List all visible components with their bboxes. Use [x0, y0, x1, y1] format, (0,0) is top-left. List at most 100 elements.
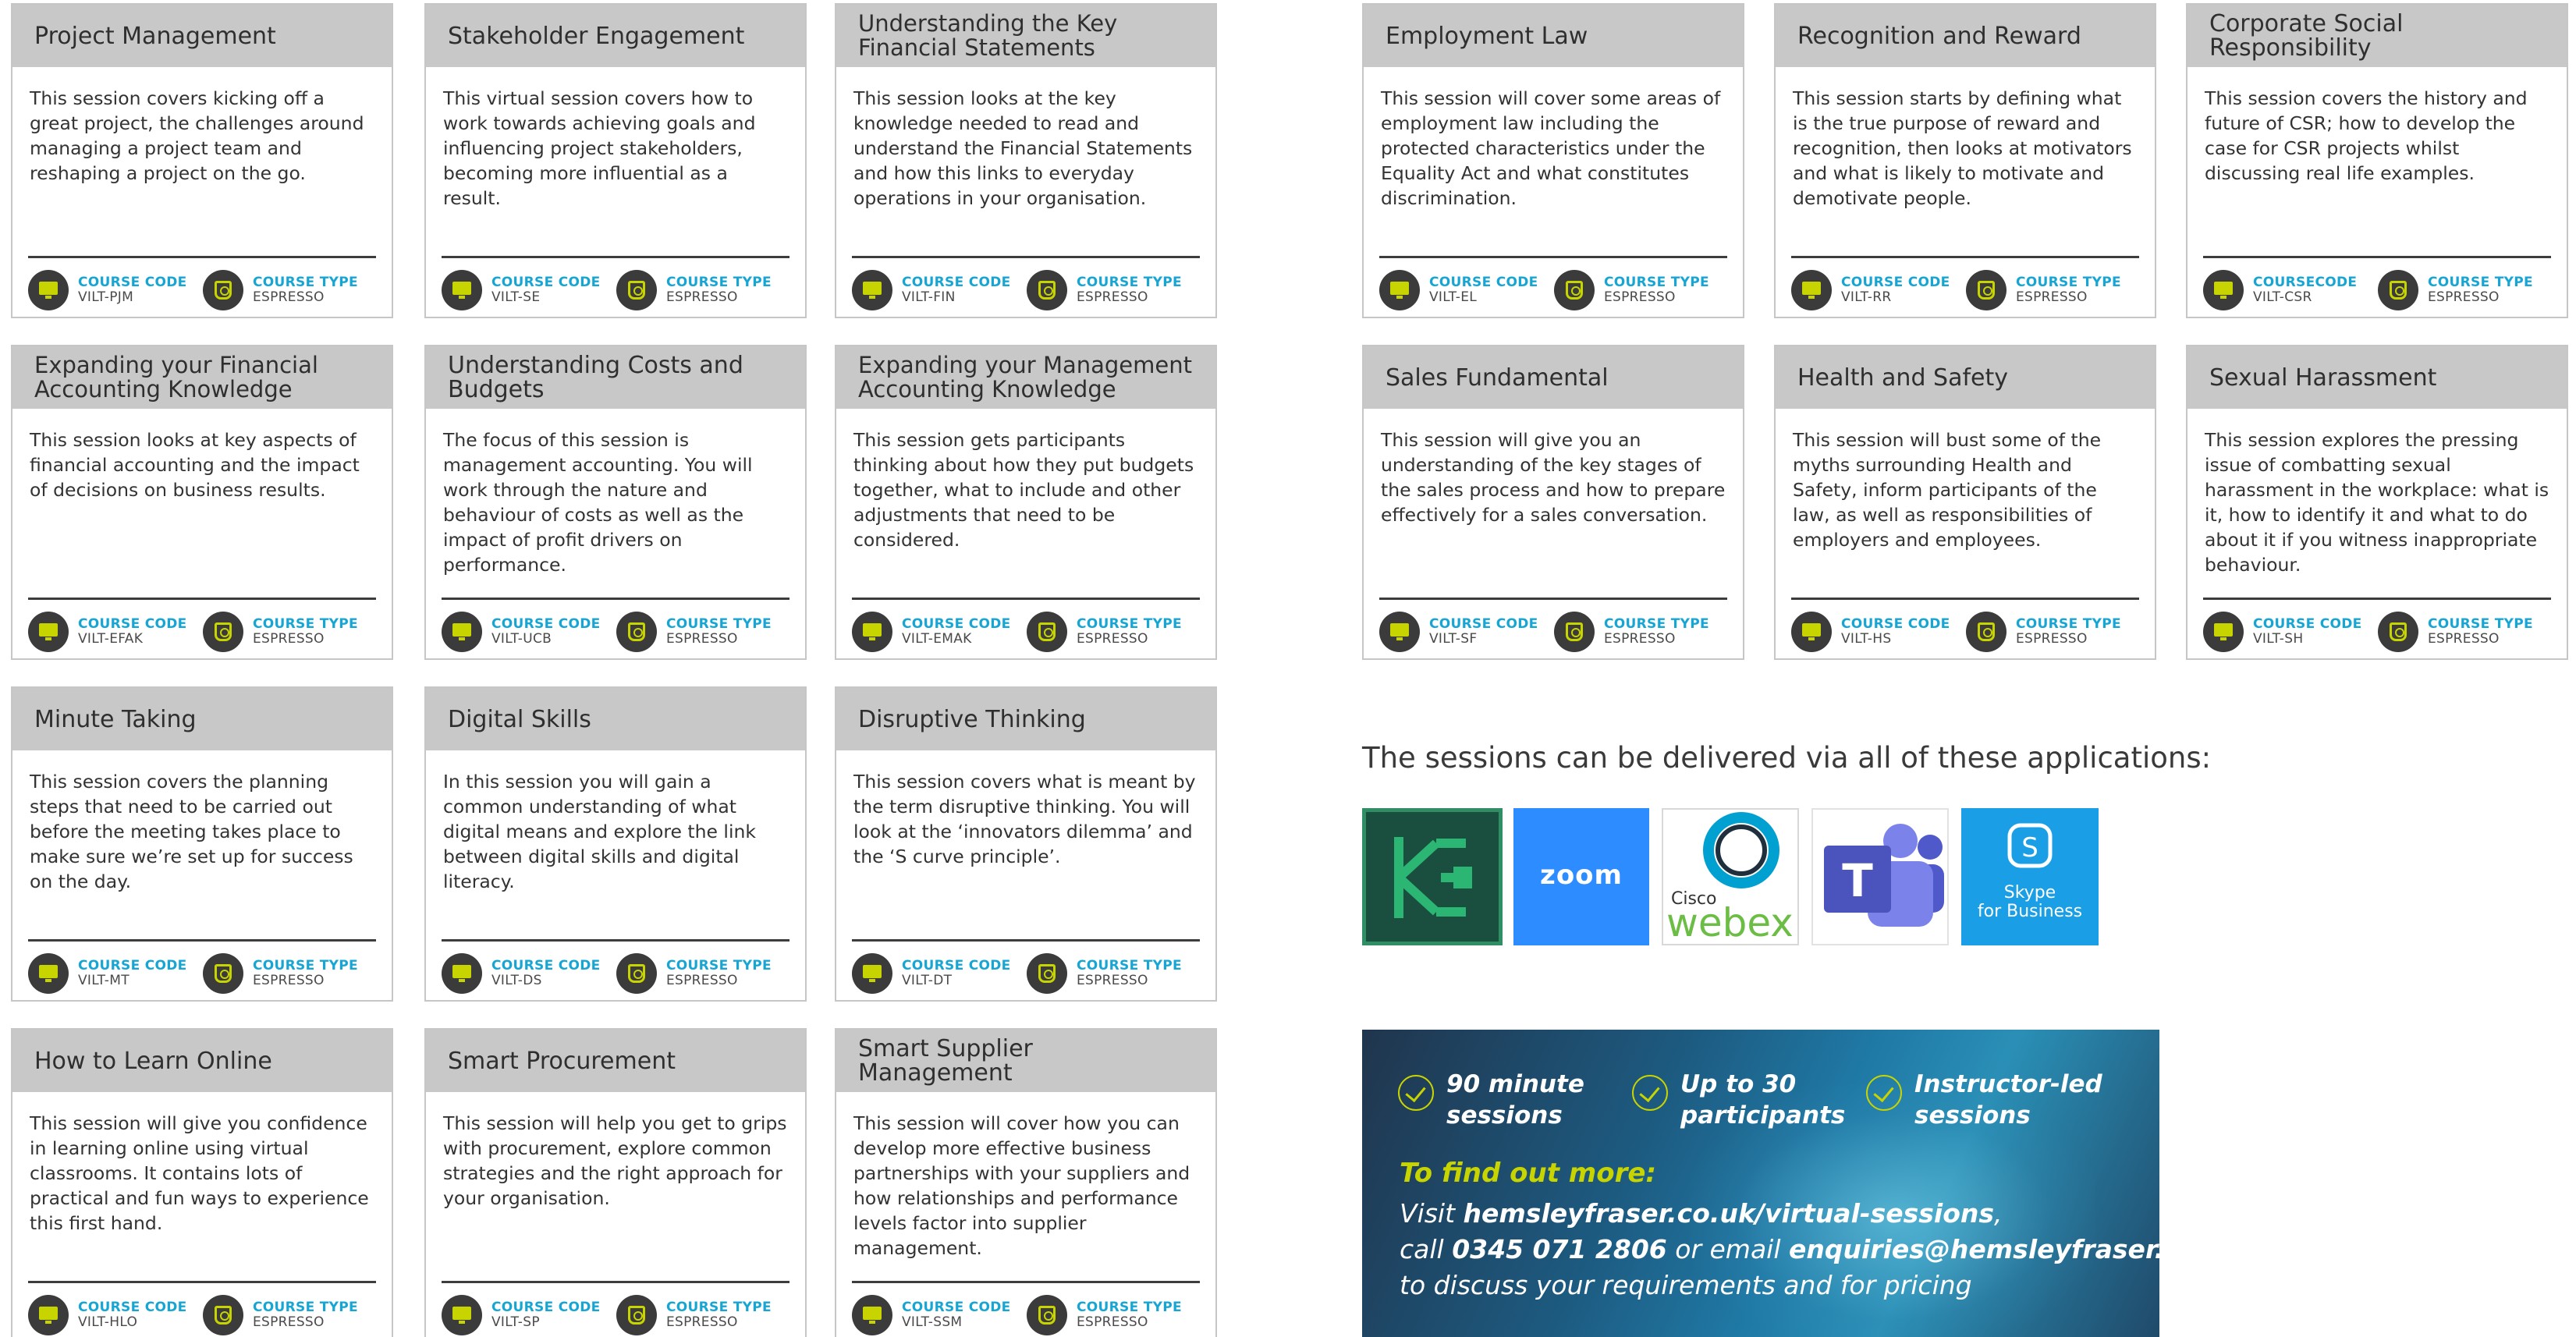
coffee-cup-icon [1027, 1295, 1067, 1335]
course-description: This session gets participants thinking … [853, 429, 1194, 551]
email-link[interactable]: enquiries@hemsleyfraser.co.uk [1789, 1234, 2159, 1264]
course-type-label: COURSE TYPE [666, 275, 772, 290]
course-description: The focus of this session is management … [443, 429, 753, 576]
course-type-label: COURSE TYPE [1604, 616, 1709, 632]
course-type-label: COURSE TYPE [253, 275, 358, 290]
course-card: Project Management This session covers ki… [11, 3, 393, 318]
course-code: COURSE CODE VILT-SE [442, 270, 601, 310]
divider [2203, 598, 2551, 600]
course-type: COURSE TYPE ESPRESSO [1027, 1295, 1182, 1335]
divider [1791, 598, 2139, 600]
course-code: COURSE CODE VILT-DS [442, 953, 601, 994]
connect-logo-icon [1394, 837, 1472, 918]
skype-letter: S [2021, 832, 2038, 864]
course-code-label: COURSE CODE [1429, 275, 1538, 290]
course-type-label: COURSE TYPE [2428, 616, 2533, 632]
course-code: COURSE CODE VILT-UCB [442, 612, 601, 652]
check-circle-icon [1398, 1075, 1434, 1111]
divider [28, 1281, 376, 1283]
course-type-label: COURSE TYPE [253, 958, 358, 973]
website-link[interactable]: hemsleyfraser.co.uk/virtual-sessions [1464, 1198, 1994, 1229]
coffee-cup-icon [1554, 270, 1595, 310]
coffee-cup-icon [203, 953, 243, 994]
course-description: This session will cover how you can deve… [853, 1112, 1190, 1259]
course-type: COURSE TYPE ESPRESSO [616, 1295, 772, 1335]
feature-line: participants [1680, 1101, 1846, 1130]
course-type-value: ESPRESSO [666, 973, 738, 988]
course-code-label: COURSE CODE [902, 958, 1011, 973]
monitor-icon [2203, 270, 2244, 310]
course-type-value: ESPRESSO [2016, 289, 2088, 305]
course-code-label: COURSE CODE [491, 275, 601, 290]
course-code: COURSE CODE VILT-SP [442, 1295, 601, 1335]
zoom-logo: zoom [1513, 808, 1649, 945]
course-code-value: VILT-DS [491, 973, 542, 988]
course-code: COURSE CODE VILT-FIN [852, 270, 1011, 310]
course-code: COURSE CODE VILT-SSM [852, 1295, 1011, 1335]
course-code: COURSE CODE VILT-SF [1379, 612, 1538, 652]
course-description: This session covers kicking off a great … [30, 87, 364, 184]
course-description: This session will give you an understand… [1381, 429, 1726, 526]
course-type-label: COURSE TYPE [2016, 275, 2121, 290]
course-title: Smart Procurement [426, 1030, 805, 1092]
divider [1791, 256, 2139, 258]
feature-duration: 90 minute sessions [1398, 1069, 1587, 1131]
course-type-value: ESPRESSO [666, 631, 738, 647]
promo-visit-line: Visit hemsleyfraser.co.uk/virtual-sessio… [1400, 1198, 2003, 1229]
course-code: COURSE CODE VILT-PJM [28, 270, 187, 310]
course-code-label: COURSE CODE [78, 1300, 187, 1315]
course-type-label: COURSE TYPE [666, 616, 772, 632]
coffee-cup-icon [616, 270, 657, 310]
course-description: This session looks at key aspects of fin… [30, 429, 360, 501]
course-type-label: COURSE TYPE [1077, 1300, 1182, 1315]
course-type-value: ESPRESSO [1604, 289, 1676, 305]
course-type-label: COURSE TYPE [666, 1300, 772, 1315]
phone-number[interactable]: 0345 071 2806 [1452, 1234, 1667, 1264]
coffee-cup-icon [616, 1295, 657, 1335]
course-description: This session will cover some areas of em… [1381, 87, 1721, 209]
course-code: COURSE CODE VILT-HS [1791, 612, 1950, 652]
course-code-value: VILT-SF [1429, 631, 1478, 647]
promo-contact-line: call 0345 071 2806 or email enquiries@he… [1400, 1234, 2159, 1264]
course-title: Minute Taking [12, 688, 392, 750]
course-type-value: ESPRESSO [253, 289, 325, 305]
course-title-line: Digital Skills [448, 705, 591, 733]
coffee-cup-icon [203, 270, 243, 310]
course-type: COURSE TYPE ESPRESSO [2378, 270, 2533, 310]
course-title: Corporate Social Responsibility [2187, 5, 2567, 67]
course-type-value: ESPRESSO [2016, 631, 2088, 647]
course-code: COURSE CODE VILT-EFAK [28, 612, 187, 652]
coffee-cup-icon [616, 953, 657, 994]
course-type-value: ESPRESSO [1077, 973, 1148, 988]
course-description: This session explores the pressing issue… [2205, 429, 2549, 576]
course-card: Understanding Costs and Budgets The focus… [424, 345, 807, 660]
course-card: Sales Fundamental This session will give … [1362, 345, 1744, 660]
course-type: COURSE TYPE ESPRESSO [203, 1295, 358, 1335]
course-code-value: VILT-EMAK [902, 631, 972, 647]
course-description: This session will bust some of the myths… [1793, 429, 2102, 551]
course-type-label: COURSE TYPE [1077, 616, 1182, 632]
course-type-label: COURSE TYPE [1604, 275, 1709, 290]
monitor-icon [1379, 270, 1420, 310]
monitor-icon [1791, 270, 1832, 310]
course-description: This session covers the planning steps t… [30, 771, 353, 892]
course-card: Expanding your Management Accounting Know… [835, 345, 1217, 660]
divider [28, 256, 376, 258]
adobe-connect-logo [1362, 808, 1503, 945]
course-type-value: ESPRESSO [2428, 631, 2500, 647]
webex-ring-icon [1703, 812, 1779, 888]
course-title: Stakeholder Engagement [426, 5, 805, 67]
course-title-line: Understanding Costs and Budgets [448, 352, 743, 403]
webex-wordmark: webex [1666, 900, 1794, 945]
divider [442, 939, 789, 942]
coffee-cup-icon [1027, 612, 1067, 652]
course-description: This session will help you get to grips … [443, 1112, 787, 1209]
course-title: Employment Law [1364, 5, 1743, 67]
course-description: This session starts by defining what is … [1793, 87, 2132, 209]
monitor-icon [28, 953, 69, 994]
course-description: This session looks at the key knowledge … [853, 87, 1193, 209]
divider [852, 1281, 1200, 1283]
course-title-line: Stakeholder Engagement [448, 22, 745, 50]
course-code-value: VILT-UCB [491, 631, 552, 647]
course-type-label: COURSE TYPE [1077, 958, 1182, 973]
